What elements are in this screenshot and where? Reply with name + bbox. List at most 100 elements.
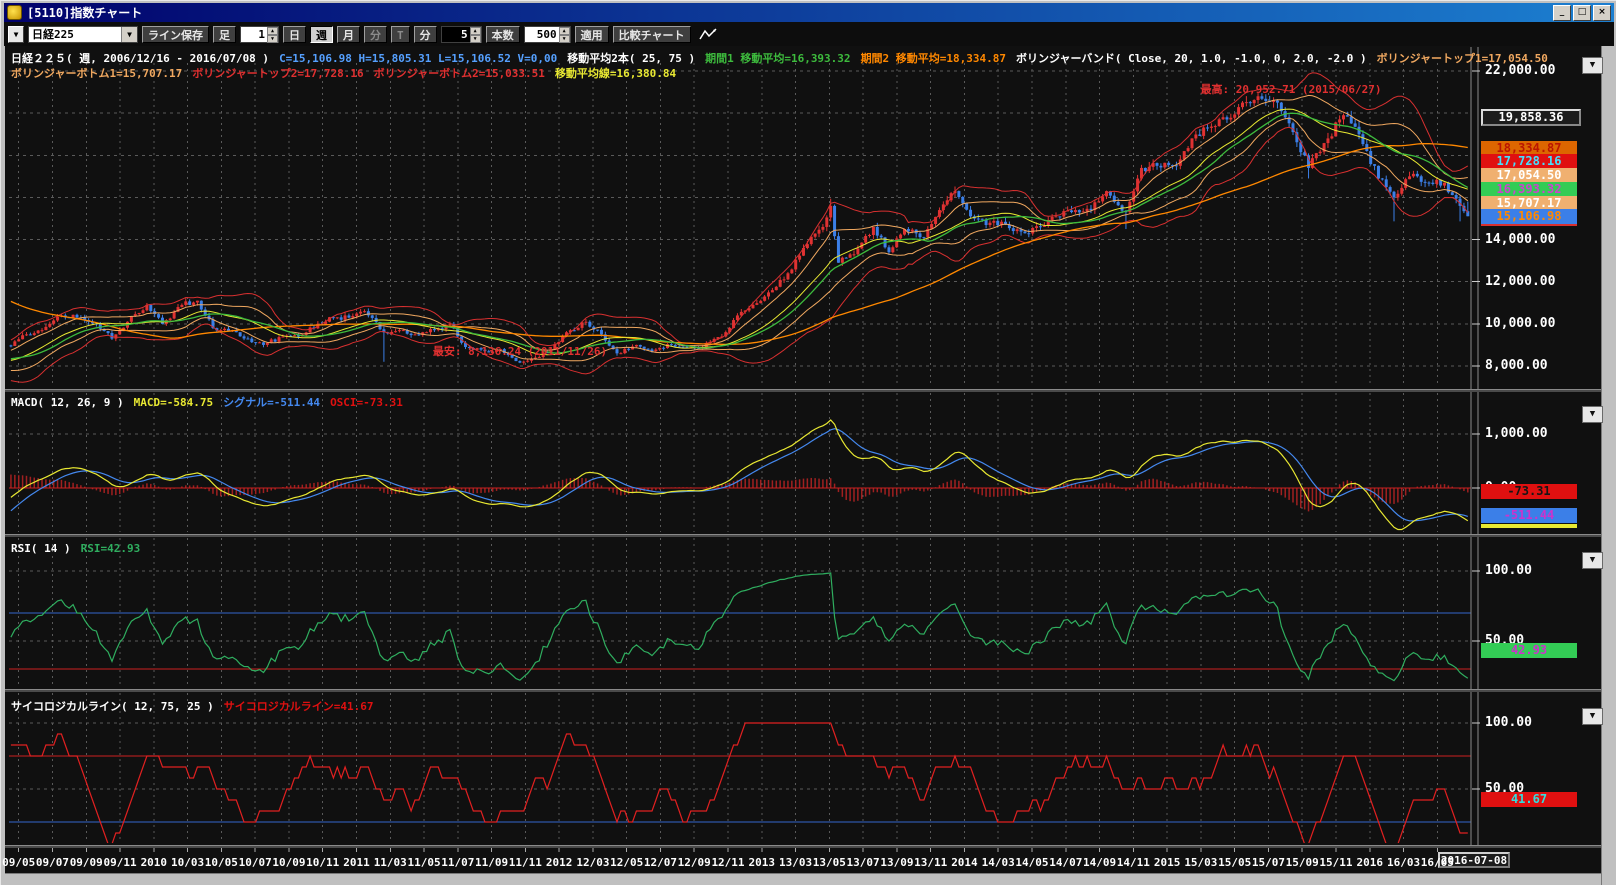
x-axis-label: 12/05 (610, 856, 643, 869)
x-axis-label: 11/05 (407, 856, 440, 869)
x-axis-label: 14/07 (1049, 856, 1082, 869)
header-item: RSI( 14 ) (11, 542, 71, 555)
bar-label: 足 (213, 26, 236, 43)
period-minute-button[interactable]: 分 (364, 26, 387, 43)
hidden-label-sliver (1481, 524, 1577, 528)
psych-scale-dropdown-icon[interactable]: ▼ (1582, 708, 1603, 725)
spinner-arrows-icon[interactable]: ▲▼ (267, 27, 278, 42)
count-stepper[interactable]: 500 ▲▼ (524, 26, 571, 43)
y-axis-tick: 22,000.00 (1485, 63, 1555, 78)
x-axis-label: 09/05 (2, 856, 35, 869)
symbol-select-value: 日経225 (29, 27, 121, 42)
x-axis-label: 12/03 (576, 856, 609, 869)
window-edge-bottom (5, 873, 1601, 885)
main-header-line1: 日経２２５( 週, 2006/12/16 - 2016/07/08 ) C=15,… (11, 50, 1558, 66)
x-axis-label: 13/09 (880, 856, 913, 869)
symbol-select[interactable]: 日経225 ▼ (28, 26, 138, 43)
y-axis-tick: 1,000.00 (1485, 426, 1548, 441)
panel-divider[interactable] (5, 534, 1601, 537)
psych-header: サイコロジカルライン( 12, 75, 25 )サイコロジカルライン=41.67 (11, 698, 383, 714)
minute-stepper[interactable]: 5 ▲▼ (441, 26, 482, 43)
x-axis-label: 11/03 (374, 856, 407, 869)
count-label: 本数 (486, 26, 520, 43)
price-value-label: 19,858.36 (1481, 109, 1581, 126)
header-item: シグナル=-511.44 (223, 396, 320, 409)
minute-label: 分 (414, 26, 437, 43)
bar-count-value: 1 (241, 27, 267, 42)
x-axis-label: 09/07 (36, 856, 69, 869)
y-axis-tick: 10,000.00 (1485, 316, 1555, 331)
trendline-tool-icon[interactable] (699, 27, 719, 42)
y-axis-tick: 12,000.00 (1485, 274, 1555, 289)
macd-header: MACD( 12, 26, 9 )MACD=-584.75シグナル=-511.4… (11, 394, 413, 410)
x-axis-label: 16/03 (1387, 856, 1420, 869)
main-header-line2: ボリンジャーボトム1=15,707.17ボリンジャートップ2=17,728.16… (11, 65, 686, 81)
x-axis-label: 13/05 (813, 856, 846, 869)
x-axis-label: 11/07 (441, 856, 474, 869)
high-annotation: 最高: 20,952.71 (2015/06/27) (1201, 81, 1382, 97)
window-title: [5110]指数チャート (27, 4, 142, 21)
x-axis-label: 12/07 (644, 856, 677, 869)
maximize-button[interactable]: □ (1573, 5, 1591, 21)
panel-divider[interactable] (5, 689, 1601, 692)
x-axis-label: 10/07 (239, 856, 272, 869)
chevron-down-icon[interactable]: ▼ (121, 27, 137, 42)
header-item: ボリンジャーボトム2=15,033.51 (374, 67, 545, 80)
price-value-label: 16,393.32 (1481, 182, 1577, 197)
period-week-button[interactable]: 週 (310, 26, 333, 43)
x-axis-label: 15/11 (1319, 856, 1352, 869)
header-item: C=15,106.98 H=15,805.31 L=15,106.52 V=0,… (279, 52, 557, 65)
period-month-button[interactable]: 月 (337, 26, 360, 43)
x-axis-label: 13/11 (914, 856, 947, 869)
panel-divider[interactable] (5, 389, 1601, 392)
x-axis-label: 14/11 (1117, 856, 1150, 869)
period-tick-button[interactable]: T (391, 26, 410, 43)
title-bar[interactable]: [5110]指数チャート _ □ × (4, 3, 1614, 22)
minimize-button[interactable]: _ (1553, 5, 1571, 21)
compare-chart-button[interactable]: 比較チャート (613, 26, 691, 43)
header-item: 日経２２５( 週, 2006/12/16 - 2016/07/08 ) (11, 52, 269, 65)
x-axis-label: 2014 (951, 856, 978, 869)
app-icon (7, 5, 22, 20)
panel-divider (5, 845, 1601, 848)
x-axis-label: 09/09 (70, 856, 103, 869)
x-axis-label: 11/09 (475, 856, 508, 869)
x-axis-label: 15/07 (1252, 856, 1285, 869)
header-item: サイコロジカルライン( 12, 75, 25 ) (11, 700, 214, 713)
macd-scale-dropdown-icon[interactable]: ▼ (1582, 406, 1603, 423)
x-axis-label: 12/09 (678, 856, 711, 869)
x-axis-label: 11/11 (509, 856, 542, 869)
chart-plot-area[interactable] (9, 47, 1471, 845)
x-axis-label: 12/11 (711, 856, 744, 869)
header-item: 移動平均線=16,380.84 (555, 67, 676, 80)
price-value-label: 42.93 (1481, 643, 1577, 658)
save-lines-button[interactable]: ライン保存 (142, 26, 209, 43)
header-item: 期間1 移動平均=16,393.32 (705, 52, 850, 65)
header-item: 移動平均2本( 25, 75 ) (567, 52, 695, 65)
close-button[interactable]: × (1593, 5, 1611, 21)
price-value-label: 15,106.98 (1481, 209, 1577, 224)
price-value-label: 17,728.16 (1481, 154, 1577, 169)
x-axis-label: 14/05 (1015, 856, 1048, 869)
spinner-arrows-icon[interactable]: ▲▼ (470, 27, 481, 42)
main-scale-dropdown-icon[interactable]: ▼ (1582, 57, 1603, 74)
period-day-button[interactable]: 日 (283, 26, 306, 43)
bar-count-stepper[interactable]: 1 ▲▼ (240, 26, 279, 43)
header-item: MACD=-584.75 (134, 396, 213, 409)
x-axis-label: 10/05 (205, 856, 238, 869)
x-axis-label: 2010 (141, 856, 168, 869)
x-axis-label: 16/05 (1421, 856, 1454, 869)
collapse-arrow-icon[interactable]: ▼ (8, 26, 24, 43)
x-axis-label: 13/03 (779, 856, 812, 869)
spinner-arrows-icon[interactable]: ▲▼ (559, 27, 570, 42)
price-value-label: 41.67 (1481, 792, 1577, 807)
minute-value: 5 (442, 27, 470, 42)
x-axis-label: 15/05 (1218, 856, 1251, 869)
x-axis-label: 10/09 (272, 856, 305, 869)
rsi-scale-dropdown-icon[interactable]: ▼ (1582, 552, 1603, 569)
x-axis-label: 10/03 (171, 856, 204, 869)
x-axis-label: 15/09 (1286, 856, 1319, 869)
price-value-label: -73.31 (1481, 484, 1577, 499)
rsi-header: RSI( 14 )RSI=42.93 (11, 542, 150, 555)
apply-button[interactable]: 適用 (575, 26, 609, 43)
